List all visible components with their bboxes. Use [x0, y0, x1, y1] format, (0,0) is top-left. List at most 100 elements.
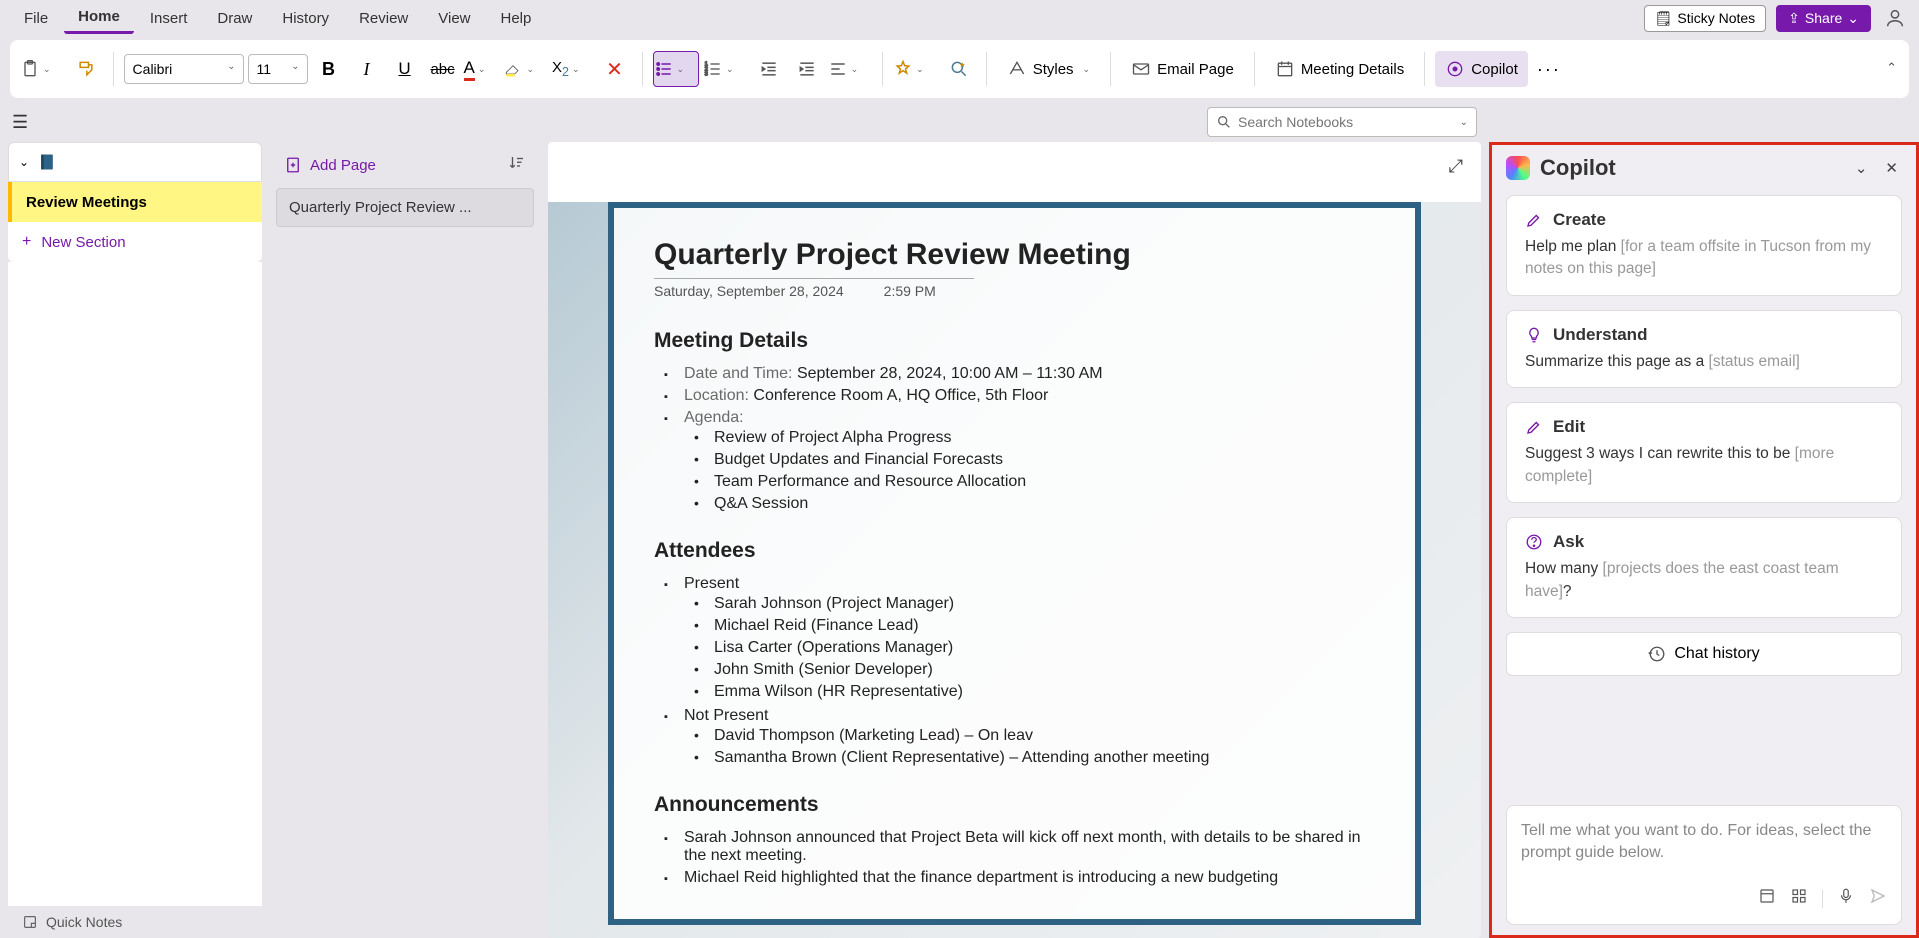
text[interactable]: David Thompson (Marketing Lead) – On lea…	[714, 725, 1375, 747]
bullet-list-button[interactable]: ⌄	[653, 51, 700, 87]
mic-icon[interactable]	[1837, 887, 1855, 910]
paste-button[interactable]: ⌄	[20, 51, 65, 87]
text[interactable]: Review of Project Alpha Progress	[714, 427, 1375, 449]
toolrow: ☰ ⌄	[0, 102, 1919, 142]
copilot-pane: Copilot ⌄ ✕ Create Help me plan [for a t…	[1489, 142, 1919, 938]
styles-button[interactable]: Styles ⌄	[997, 51, 1100, 87]
text[interactable]: Budget Updates and Financial Forecasts	[714, 449, 1375, 471]
text[interactable]: Q&A Session	[714, 493, 1375, 515]
more-button[interactable]: ···	[1532, 51, 1566, 87]
text[interactable]: Date and Time:	[684, 365, 793, 382]
history-icon	[1648, 645, 1666, 663]
underline-button[interactable]: U	[388, 51, 422, 87]
quick-notes-button[interactable]: Quick Notes	[8, 906, 262, 938]
search-notebooks[interactable]: ⌄	[1207, 107, 1477, 137]
subscript-button[interactable]: X2⌄	[552, 51, 594, 87]
card-label: Ask	[1553, 532, 1584, 552]
prompt-guide-icon[interactable]	[1758, 887, 1776, 910]
close-icon[interactable]: ✕	[1881, 155, 1902, 181]
text[interactable]: September 28, 2024, 10:00 AM – 11:30 AM	[793, 365, 1103, 382]
prompt-placeholder: Tell me what you want to do. For ideas, …	[1521, 820, 1887, 877]
copilot-ribbon-button[interactable]: Copilot	[1435, 51, 1528, 87]
page-canvas[interactable]: ⤢ Quarterly Project Review Meeting Satur…	[548, 142, 1481, 938]
chevron-down-icon[interactable]: ⌄	[1460, 117, 1468, 128]
text[interactable]: Samantha Brown (Client Representative) –…	[714, 747, 1375, 769]
strikethrough-button[interactable]: abc	[426, 51, 460, 87]
send-icon[interactable]	[1869, 887, 1887, 910]
menu-view[interactable]: View	[424, 4, 484, 33]
align-button[interactable]: ⌄	[828, 51, 873, 87]
text[interactable]: Conference Room A, HQ Office, 5th Floor	[749, 387, 1048, 404]
section-heading[interactable]: Meeting Details	[654, 329, 1375, 353]
new-section-button[interactable]: + New Section	[8, 222, 262, 262]
notebook-selector[interactable]: ⌄	[8, 142, 262, 182]
search-input[interactable]	[1238, 114, 1454, 130]
profile-button[interactable]	[1881, 4, 1909, 32]
email-page-button[interactable]: Email Page	[1121, 51, 1244, 87]
copilot-card-ask[interactable]: Ask How many [projects does the east coa…	[1506, 517, 1902, 618]
page-time: 2:59 PM	[884, 283, 936, 299]
hamburger-button[interactable]: ☰	[12, 112, 28, 133]
text[interactable]: Michael Reid highlighted that the financ…	[684, 867, 1375, 889]
chevron-down-icon[interactable]: ⌄	[1851, 155, 1872, 181]
page-item[interactable]: Quarterly Project Review ...	[276, 188, 534, 227]
tag-button[interactable]: ⌄	[893, 51, 938, 87]
share-button[interactable]: ⇪ Share ⌄	[1776, 5, 1871, 32]
find-tags-button[interactable]	[942, 51, 976, 87]
meeting-details-button[interactable]: Meeting Details	[1265, 51, 1414, 87]
copilot-card-create[interactable]: Create Help me plan [for a team offsite …	[1506, 195, 1902, 296]
pages-pane: Add Page Quarterly Project Review ...	[270, 142, 540, 938]
numbered-list-button[interactable]: 123 ⌄	[703, 51, 748, 87]
section-review-meetings[interactable]: Review Meetings	[8, 182, 262, 222]
font-name-combo[interactable]	[124, 54, 244, 84]
section-heading[interactable]: Attendees	[654, 539, 1375, 563]
menu-insert[interactable]: Insert	[136, 4, 202, 33]
copilot-card-understand[interactable]: Understand Summarize this page as a [sta…	[1506, 310, 1902, 388]
text[interactable]: Agenda:	[684, 409, 744, 426]
menu-home[interactable]: Home	[64, 2, 134, 34]
italic-button[interactable]: I	[350, 51, 384, 87]
text[interactable]: Present	[684, 575, 739, 592]
text[interactable]: Team Performance and Resource Allocation	[714, 471, 1375, 493]
decrease-indent-button[interactable]	[752, 51, 786, 87]
sticky-notes-button[interactable]: 🗒 Sticky Notes	[1644, 5, 1767, 32]
share-label: Share	[1805, 10, 1842, 26]
text[interactable]: Not Present	[684, 707, 768, 724]
add-page-button[interactable]: Add Page	[284, 156, 376, 174]
sort-pages-button[interactable]	[508, 154, 526, 177]
copilot-prompt-box[interactable]: Tell me what you want to do. For ideas, …	[1506, 805, 1902, 925]
menu-review[interactable]: Review	[345, 4, 422, 33]
highlight-button[interactable]: ⌄	[503, 51, 548, 87]
bold-button[interactable]: B	[312, 51, 346, 87]
page-title[interactable]: Quarterly Project Review Meeting	[654, 238, 1375, 278]
text[interactable]: John Smith (Senior Developer)	[714, 659, 1375, 681]
clear-formatting-button[interactable]: ✕	[598, 51, 632, 87]
menu-draw[interactable]: Draw	[203, 4, 266, 33]
page-date: Saturday, September 28, 2024	[654, 283, 844, 299]
increase-indent-button[interactable]	[790, 51, 824, 87]
text: Help me plan	[1525, 238, 1621, 255]
font-color-button[interactable]: A⌄	[464, 51, 500, 87]
meeting-details-label: Meeting Details	[1301, 61, 1404, 78]
expand-icon[interactable]: ⤢	[1449, 156, 1463, 177]
apps-icon[interactable]	[1790, 887, 1808, 910]
lightbulb-icon	[1525, 326, 1543, 344]
card-label: Create	[1553, 210, 1606, 230]
menu-help[interactable]: Help	[487, 4, 546, 33]
section-heading[interactable]: Announcements	[654, 793, 1375, 817]
font-size-combo[interactable]	[248, 54, 308, 84]
text[interactable]: Michael Reid (Finance Lead)	[714, 615, 1375, 637]
text[interactable]: Sarah Johnson (Project Manager)	[714, 593, 1375, 615]
collapse-ribbon-button[interactable]: ⌃	[1886, 60, 1897, 76]
format-painter-button[interactable]	[69, 51, 103, 87]
chat-history-button[interactable]: Chat history	[1506, 632, 1902, 676]
text[interactable]: Emma Wilson (HR Representative)	[714, 681, 1375, 703]
menu-history[interactable]: History	[268, 4, 343, 33]
text[interactable]: Location:	[684, 387, 749, 404]
menu-file[interactable]: File	[10, 4, 62, 33]
ribbon: ⌄ ⌄ ⌄ B I U abc A⌄ ⌄ X2⌄ ✕ ⌄ 123 ⌄ ⌄ ⌄ S…	[10, 40, 1909, 98]
text[interactable]: Lisa Carter (Operations Manager)	[714, 637, 1375, 659]
text[interactable]: Sarah Johnson announced that Project Bet…	[684, 827, 1375, 867]
copilot-card-edit[interactable]: Edit Suggest 3 ways I can rewrite this t…	[1506, 402, 1902, 503]
copilot-title: Copilot	[1540, 155, 1841, 181]
